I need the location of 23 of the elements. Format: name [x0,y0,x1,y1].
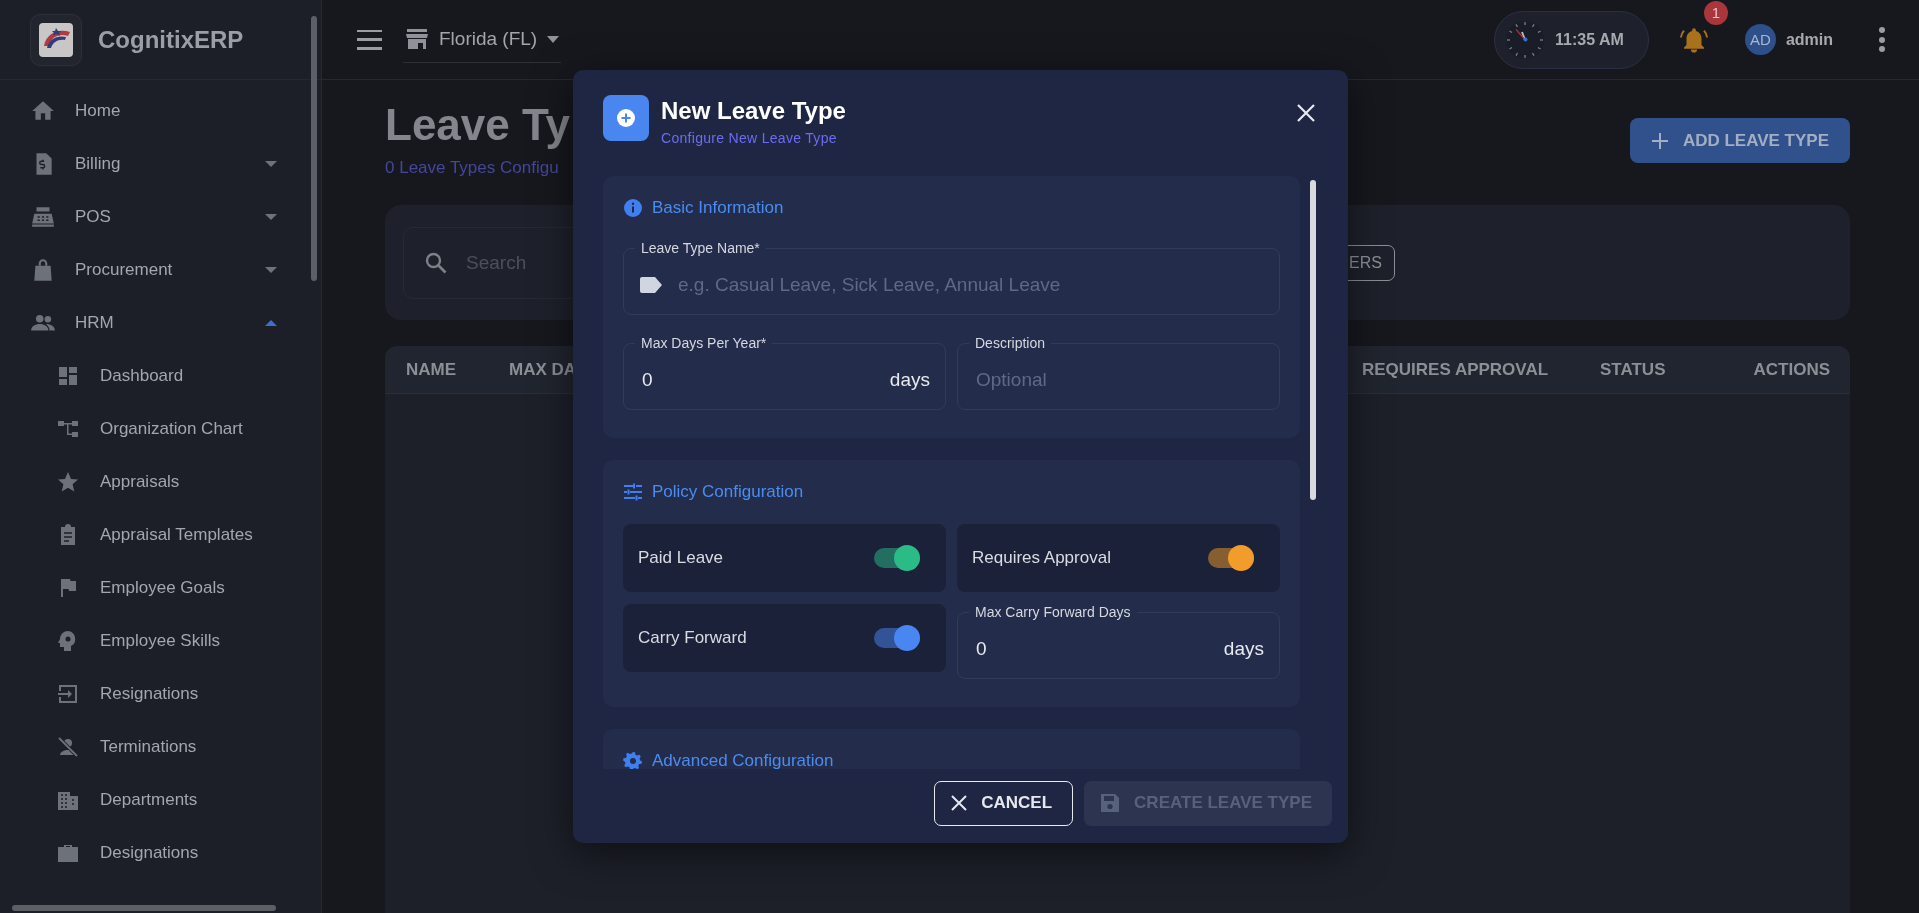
column-header: REQUIRES APPROVAL [1362,359,1549,380]
column-header: STATUS [1600,359,1666,380]
unit-label: days [889,369,930,391]
modal-title: New Leave Type [661,97,846,125]
brand-name: CognitixERP [98,25,244,54]
column-header: ACTIONS [1753,359,1830,380]
switch-label: Paid Leave [638,548,725,568]
section-title: Advanced Configuration [652,751,834,769]
field-label: Leave Type Name* [640,240,761,256]
switch-label: Requires Approval [972,548,1112,568]
unit-label: days [1223,638,1264,660]
modal-subtitle: Configure New Leave Type [661,130,838,146]
notification-badge: 1 [1703,0,1728,25]
page-subtitle: 0 Leave Types Configu [385,158,560,178]
clock-time: 11:35 AM [1555,30,1624,49]
section-title: Basic Information [652,198,784,218]
switch-label: Carry Forward [638,628,748,648]
page-title: Leave Ty [385,100,571,150]
field-label: Max Days Per Year* [640,335,768,351]
column-header: NAME [406,359,457,380]
field-label: Description [974,335,1047,351]
section-title: Policy Configuration [652,482,804,502]
field-label: Max Carry Forward Days [974,604,1132,620]
